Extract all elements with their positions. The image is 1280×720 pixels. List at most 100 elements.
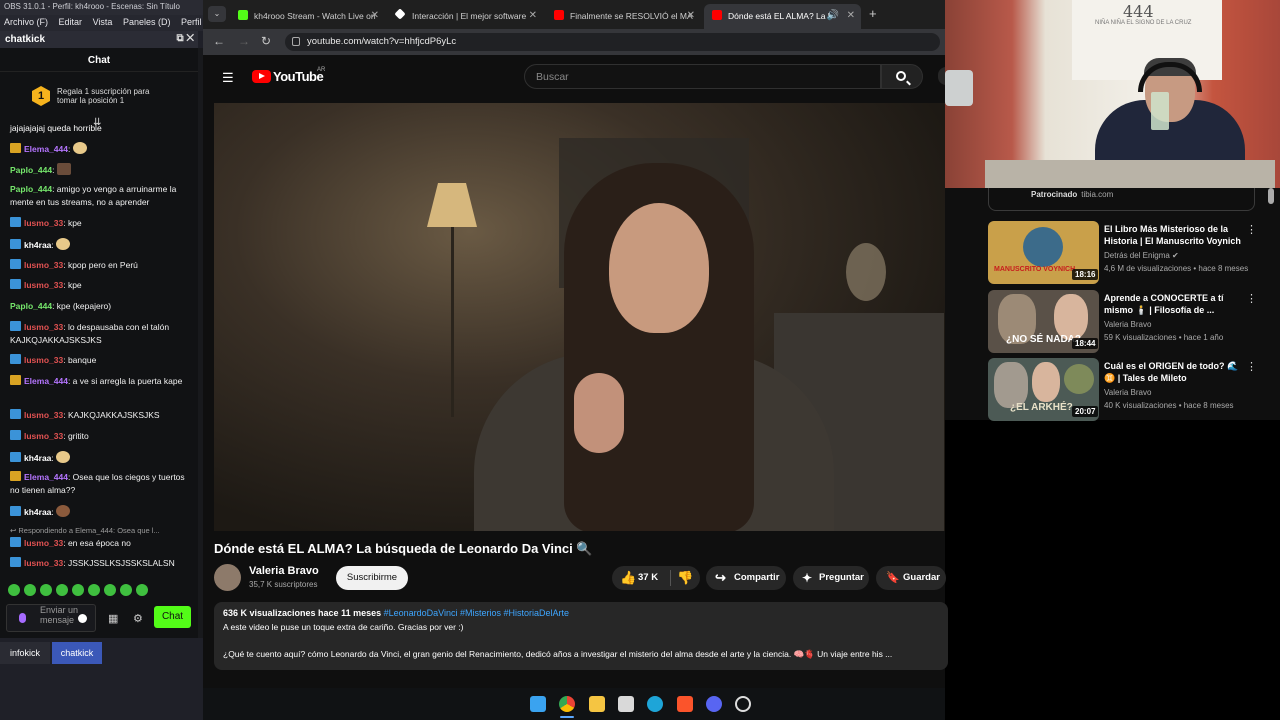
chat-message: kh4raa: xyxy=(10,505,195,519)
emote-icon xyxy=(56,505,71,517)
menu-icon[interactable]: ☰ xyxy=(222,70,234,86)
video-thumbnail[interactable]: ¿NO SÉ NADA? 18:44 xyxy=(988,290,1099,353)
hashtags[interactable]: #LeonardoDaVinci #Misterios #HistoriaDel… xyxy=(384,608,569,618)
new-tab-button[interactable]: + xyxy=(869,6,877,21)
mirror xyxy=(846,243,886,301)
chat-message: Paplo_444: amigo yo vengo a arruinarme l… xyxy=(10,184,177,207)
chat-message: lusmo_33: lo despausaba con el talón KAJ… xyxy=(10,321,170,345)
edge-icon[interactable] xyxy=(647,696,663,712)
like-count[interactable]: 37 K xyxy=(638,566,658,590)
address-bar[interactable]: youtube.com/watch?v=hhfjcdP6yLc xyxy=(285,33,940,51)
tab-search-icon[interactable]: ⌄ xyxy=(208,6,226,22)
site-info-icon[interactable] xyxy=(292,37,300,46)
start-icon[interactable] xyxy=(530,696,546,712)
more-options-icon[interactable]: ⋮ xyxy=(1246,360,1257,373)
store-icon[interactable] xyxy=(618,696,634,712)
related-video[interactable]: ¿NO SÉ NADA? 18:44 Aprende a CONOCERTE a… xyxy=(988,290,1268,354)
emote-bar xyxy=(8,584,198,598)
back-icon[interactable]: ← xyxy=(213,34,225,48)
folder-icon[interactable] xyxy=(589,696,605,712)
tab-infokick[interactable]: infokick xyxy=(0,642,50,664)
menu-editar[interactable]: Editar xyxy=(59,17,83,27)
ask-button[interactable]: ✦ Preguntar xyxy=(793,566,869,590)
search-button[interactable] xyxy=(881,64,923,89)
video-channel[interactable]: Detrás del Enigma ✔ xyxy=(1104,251,1179,260)
discord-icon[interactable] xyxy=(706,696,722,712)
reload-icon[interactable]: ↻ xyxy=(261,34,271,48)
emote-icon[interactable] xyxy=(120,584,132,596)
video-title[interactable]: Cuál es el ORIGEN de todo? 🌊 ♊ | Tales d… xyxy=(1104,360,1244,384)
browser-tab[interactable]: Interacción | El mejor software ✕ xyxy=(388,4,543,29)
store-icon[interactable]: ▦ xyxy=(108,612,120,625)
tab-chatkick[interactable]: chatkick xyxy=(52,642,102,664)
presenter-face xyxy=(609,203,709,333)
gift-sub-banner[interactable]: 1 Regala 1 suscripción para tomar la pos… xyxy=(0,72,198,120)
menu-perfil[interactable]: Perfil xyxy=(181,17,202,27)
emote-icon[interactable] xyxy=(136,584,148,596)
close-icon[interactable]: ✕ xyxy=(371,10,379,21)
video-thumbnail[interactable]: ¿EL ARKHÉ? 20:07 xyxy=(988,358,1099,421)
related-video[interactable]: MANUSCRITO VOYNICH 18:16 El Libro Más Mi… xyxy=(988,221,1268,285)
obs-icon[interactable] xyxy=(735,696,751,712)
close-icon[interactable]: ✕ xyxy=(529,10,537,21)
moderator-icon xyxy=(10,471,21,481)
emote-icon[interactable] xyxy=(24,584,36,596)
badge-icon xyxy=(10,409,21,419)
divider xyxy=(670,570,671,586)
emoji-icon[interactable] xyxy=(78,614,87,623)
badge-icon xyxy=(10,259,21,269)
description-box[interactable]: 636 K visualizaciones hace 11 meses #Leo… xyxy=(214,602,948,670)
send-message-input[interactable]: Enviar un mensaje xyxy=(6,604,96,632)
save-button[interactable]: 🔖 Guardar xyxy=(876,566,946,590)
chat-message: lusmo_33: kpop pero en Perú xyxy=(10,259,195,272)
more-options-icon[interactable]: ⋮ xyxy=(1246,292,1257,305)
menu-paneles[interactable]: Paneles (D) xyxy=(123,17,171,27)
share-icon: ↪ xyxy=(715,570,726,585)
menu-archivo[interactable]: Archivo (F) xyxy=(4,17,48,27)
dislike-icon[interactable]: 👎 xyxy=(677,566,693,590)
video-channel[interactable]: Valeria Bravo xyxy=(1104,320,1151,329)
close-icon[interactable]: ✕ xyxy=(847,10,855,21)
chat-message: lusmo_33: kpe xyxy=(10,279,195,292)
chat-button[interactable]: Chat xyxy=(154,606,191,628)
subscribe-button[interactable]: Suscribirme xyxy=(336,566,408,590)
browser-tab[interactable]: Finalmente se RESOLVIÓ el MA ✕ xyxy=(546,4,701,29)
video-title[interactable]: Aprende a CONOCERTE a tí mismo 🕯️ | Filo… xyxy=(1104,292,1244,316)
emote-icon[interactable] xyxy=(56,584,68,596)
chat-message: Paplo_444: xyxy=(10,163,195,177)
emote-icon[interactable] xyxy=(88,584,100,596)
video-title[interactable]: El Libro Más Misterioso de la Historia |… xyxy=(1104,223,1244,247)
emote-icon[interactable] xyxy=(104,584,116,596)
speaker-icon[interactable]: 🔊 xyxy=(827,10,839,21)
dock-controls[interactable]: ⧉ ✕ xyxy=(176,33,194,44)
emote-icon[interactable] xyxy=(72,584,84,596)
close-icon[interactable]: ✕ xyxy=(687,10,695,21)
more-options-icon[interactable]: ⋮ xyxy=(1246,223,1257,236)
browser-tab-active[interactable]: Dónde está EL ALMA? La b 🔊 ✕ xyxy=(704,4,861,29)
video-meta: 4,6 M de visualizaciones • hace 8 meses xyxy=(1104,264,1249,273)
brave-icon[interactable] xyxy=(677,696,693,712)
video-thumbnail[interactable]: MANUSCRITO VOYNICH 18:16 xyxy=(988,221,1099,284)
video-channel[interactable]: Valeria Bravo xyxy=(1104,388,1151,397)
emote-icon xyxy=(72,142,87,154)
emote-icon[interactable] xyxy=(40,584,52,596)
emote-icon[interactable] xyxy=(8,584,20,596)
channel-name[interactable]: Valeria Bravo xyxy=(249,565,319,577)
like-icon[interactable]: 👍 xyxy=(620,566,636,590)
reply-indicator: ↩ Respondiendo a Elema_444: Osea que l..… xyxy=(10,526,160,535)
search-input[interactable]: Buscar xyxy=(524,64,881,89)
presenter-figure xyxy=(1032,362,1060,402)
video-player[interactable] xyxy=(214,103,945,531)
gear-icon[interactable]: ⚙ xyxy=(133,612,143,625)
scrollbar-thumb[interactable] xyxy=(1268,188,1274,204)
related-video[interactable]: ¿EL ARKHÉ? 20:07 Cuál es el ORIGEN de to… xyxy=(988,358,1268,422)
forward-icon[interactable]: → xyxy=(238,34,250,48)
chrome-icon[interactable] xyxy=(559,696,575,712)
menu-vista[interactable]: Vista xyxy=(93,17,113,27)
channel-avatar[interactable] xyxy=(214,564,241,591)
blanket xyxy=(985,160,1275,188)
sponsored-card[interactable]: Patrocinado tibia.com xyxy=(988,188,1255,211)
kick-icon xyxy=(238,10,248,20)
share-button[interactable]: ↪ Compartir xyxy=(706,566,786,590)
browser-tab[interactable]: kh4rooo Stream - Watch Live on ✕ xyxy=(230,4,385,29)
